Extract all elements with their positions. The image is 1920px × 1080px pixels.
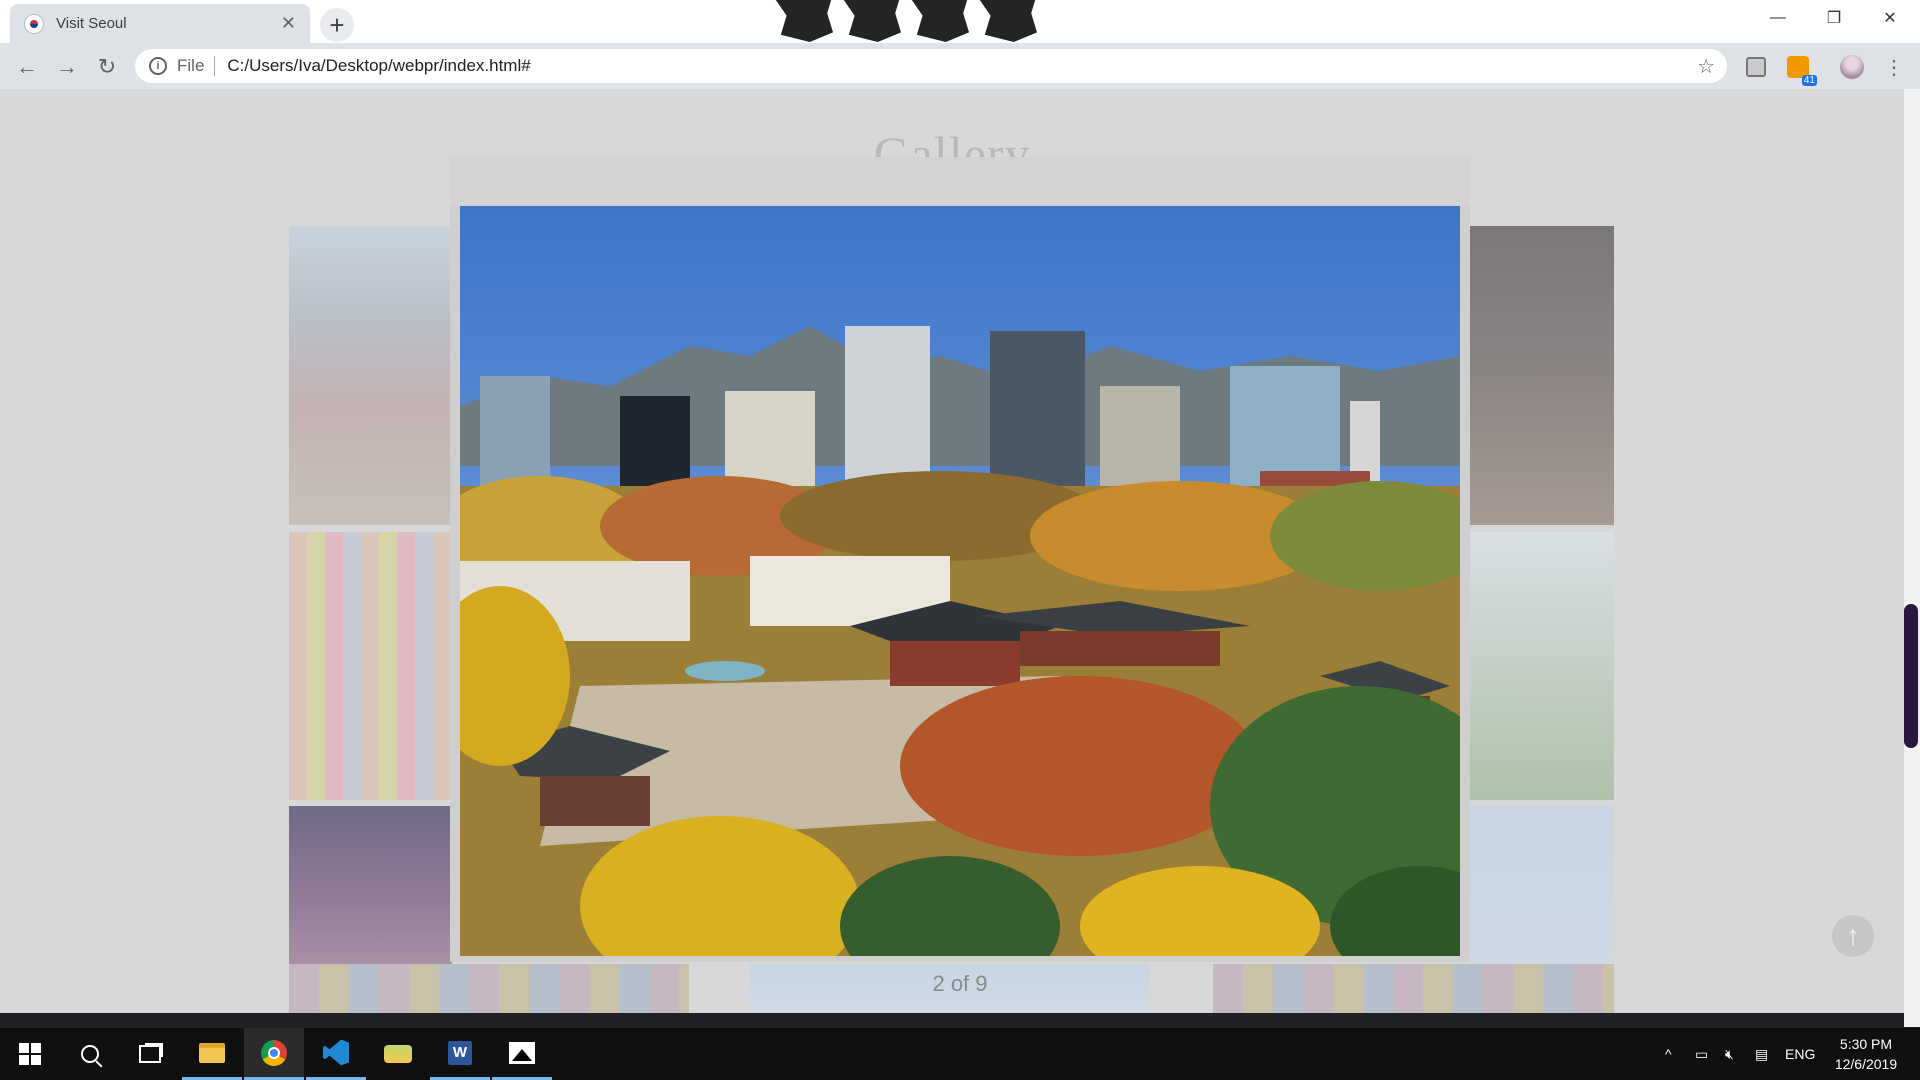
info-icon[interactable]: i xyxy=(149,57,167,75)
file-explorer-button[interactable] xyxy=(182,1028,242,1080)
extension-icon[interactable] xyxy=(1742,53,1770,81)
bookmark-star-icon[interactable]: ☆ xyxy=(1697,54,1715,79)
tab-title: Visit Seoul xyxy=(56,15,127,32)
rss-extension-icon[interactable]: 41 xyxy=(1784,53,1817,86)
windows-taskbar: W ^ ▭ 🔇︎ ▤ ENG 5:30 PM 12/6/2019 xyxy=(0,1028,1920,1080)
close-window-button[interactable]: ✕ xyxy=(1862,0,1918,36)
reload-icon[interactable]: ↻ xyxy=(92,52,122,82)
battery-icon[interactable]: ▭ xyxy=(1695,1028,1719,1080)
windows-logo-icon xyxy=(19,1043,41,1065)
forward-arrow-icon[interactable]: → xyxy=(52,52,82,82)
gallery-thumb-night[interactable] xyxy=(1468,226,1614,525)
minimize-button[interactable]: — xyxy=(1750,0,1806,36)
language-indicator[interactable]: ENG xyxy=(1785,1028,1821,1080)
tab-close-icon[interactable]: ✕ xyxy=(281,13,296,34)
chrome-icon xyxy=(261,1039,287,1066)
address-scheme: File xyxy=(177,56,205,75)
theme-calligraphy-art xyxy=(775,0,1075,44)
scrollbar-thumb[interactable] xyxy=(1904,604,1918,748)
taskbar-clock[interactable]: 5:30 PM 12/6/2019 xyxy=(1820,1034,1912,1074)
profile-avatar[interactable] xyxy=(1838,53,1866,81)
page-scrollbar[interactable] xyxy=(1904,89,1920,1027)
address-separator xyxy=(214,56,216,76)
vscode-button[interactable] xyxy=(306,1028,366,1080)
gallery-thumb-park[interactable] xyxy=(1468,532,1614,800)
rss-badge: 41 xyxy=(1801,75,1817,86)
new-tab-button[interactable]: + xyxy=(320,8,354,42)
web-page: Gallery 2 of 9 ↑ xyxy=(0,89,1904,1013)
lightbox-caption: 2 of 9 xyxy=(932,971,988,996)
gallery-thumb-street[interactable] xyxy=(289,532,452,800)
browser-toolbar: ← → ↻ i File C:/Users/Iva/Desktop/webpr/… xyxy=(0,43,1920,89)
chrome-button[interactable] xyxy=(244,1028,304,1080)
notification-icon[interactable]: ▤ xyxy=(1755,1028,1779,1080)
task-view-button[interactable] xyxy=(120,1028,180,1080)
photos-icon xyxy=(509,1041,535,1064)
lightbox-topbar xyxy=(450,157,1470,205)
restore-button[interactable]: ❐ xyxy=(1806,0,1862,36)
app-icon xyxy=(384,1045,412,1063)
gallery-thumb-city[interactable] xyxy=(289,226,452,525)
address-url[interactable]: C:/Users/Iva/Desktop/webpr/index.html# xyxy=(227,56,530,76)
folder-icon xyxy=(199,1042,225,1063)
start-button[interactable] xyxy=(0,1028,60,1080)
tray-expand-icon[interactable]: ^ xyxy=(1665,1028,1685,1080)
search-icon xyxy=(81,1045,99,1063)
back-arrow-icon[interactable]: ← xyxy=(12,52,42,82)
address-bar[interactable]: i File C:/Users/Iva/Desktop/webpr/index.… xyxy=(135,49,1727,83)
word-button[interactable]: W xyxy=(430,1028,490,1080)
browser-tab[interactable]: Visit Seoul ✕ xyxy=(10,4,310,43)
browser-titlebar: Visit Seoul ✕ + — ❐ ✕ xyxy=(0,0,1920,43)
scroll-to-top-button[interactable]: ↑ xyxy=(1832,915,1874,957)
clock-time: 5:30 PM xyxy=(1839,1036,1893,1052)
photos-button[interactable] xyxy=(492,1028,552,1080)
volume-muted-icon[interactable]: 🔇︎ xyxy=(1725,1028,1749,1080)
menu-kebab-icon[interactable]: ⋮ xyxy=(1880,53,1908,81)
clock-date: 12/6/2019 xyxy=(1834,1056,1898,1072)
vscode-icon xyxy=(323,1039,349,1066)
app-button[interactable] xyxy=(368,1028,428,1080)
lightbox-image[interactable] xyxy=(460,206,1460,956)
word-icon: W xyxy=(448,1040,472,1065)
search-button[interactable] xyxy=(60,1028,120,1080)
task-view-icon xyxy=(139,1045,161,1063)
korea-flag-icon xyxy=(24,13,44,34)
